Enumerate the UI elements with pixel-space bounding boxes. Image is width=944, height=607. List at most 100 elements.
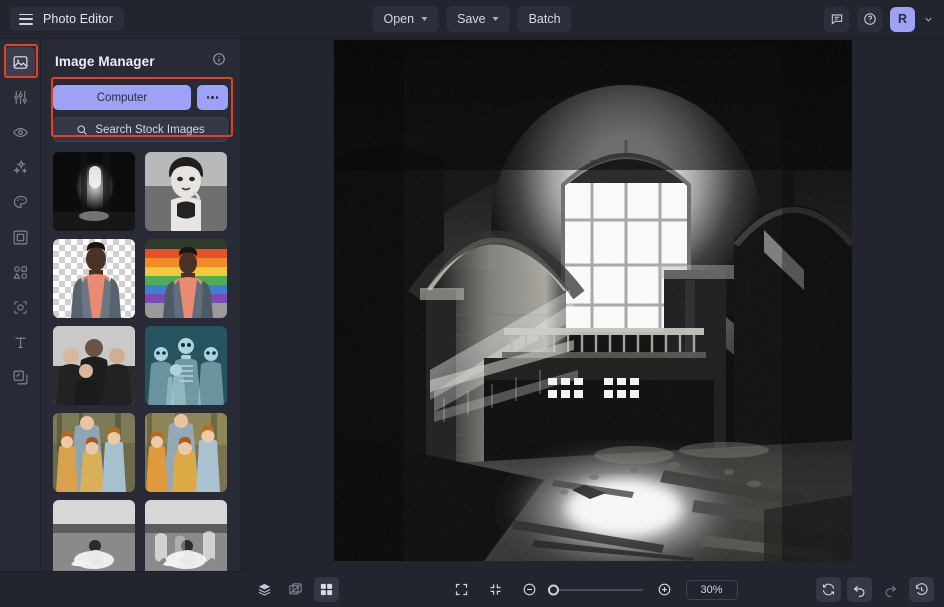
thumb-kids-autumn-alt[interactable] xyxy=(144,413,227,492)
minus-circle-icon xyxy=(523,583,535,596)
rail-item-shapes[interactable] xyxy=(5,257,35,287)
sparkles-icon xyxy=(12,159,27,174)
rail-item-focus[interactable] xyxy=(5,292,35,322)
canvas-stage[interactable] xyxy=(241,39,944,571)
layers-button[interactable] xyxy=(252,577,277,602)
thumb-field-bw[interactable] xyxy=(53,500,135,571)
feedback-button[interactable] xyxy=(824,6,849,32)
grid-view-button[interactable] xyxy=(314,577,339,602)
chevron-down-icon xyxy=(925,17,932,22)
zoom-slider[interactable] xyxy=(547,584,643,595)
batch-button-label: Batch xyxy=(528,12,561,26)
compare-split-icon xyxy=(289,583,302,595)
top-bar: Photo Editor Open Save Batch R xyxy=(0,0,944,39)
text-t-icon xyxy=(15,337,25,348)
layers-copy-icon xyxy=(13,370,27,384)
source-actions: Computer Search Stock Images xyxy=(41,81,240,142)
save-button-label: Save xyxy=(457,12,486,26)
info-circle-icon xyxy=(213,53,225,65)
collapse-corners-icon xyxy=(490,584,500,595)
thumb-kids-autumn[interactable] xyxy=(53,413,135,492)
batch-button[interactable]: Batch xyxy=(517,6,572,32)
account-menu-button[interactable] xyxy=(923,14,934,25)
hamburger-icon xyxy=(19,13,33,25)
top-center-actions: Open Save Batch xyxy=(372,6,572,32)
image-manager-panel: Image Manager Computer Search Stock Imag… xyxy=(41,39,241,571)
more-sources-button[interactable] xyxy=(197,85,228,110)
panel-title: Image Manager xyxy=(55,54,155,69)
rail-item-retouch[interactable] xyxy=(5,152,35,182)
canvas-image[interactable] xyxy=(334,40,852,561)
undo-button[interactable] xyxy=(847,577,872,602)
reset-button[interactable] xyxy=(816,577,841,602)
redo-arrow-icon xyxy=(885,585,897,597)
palette-icon xyxy=(13,195,27,208)
zoom-out-button[interactable] xyxy=(517,577,542,602)
image-icon xyxy=(13,55,27,69)
thumbnail-grid xyxy=(41,142,240,571)
layers-stack-icon xyxy=(258,583,271,596)
ellipsis-icon xyxy=(215,96,219,99)
ellipsis-icon xyxy=(211,96,214,99)
rail-item-paint[interactable] xyxy=(5,187,35,217)
rail-item-layers[interactable] xyxy=(5,362,35,392)
redo-button[interactable] xyxy=(878,577,903,602)
sliders-icon xyxy=(13,90,27,104)
main-body: Image Manager Computer Search Stock Imag… xyxy=(0,39,944,571)
chevron-down-icon xyxy=(421,17,428,21)
expand-corners-icon xyxy=(455,583,467,596)
chat-bubble-icon xyxy=(831,14,842,25)
thumb-gothic-portrait[interactable] xyxy=(144,152,227,231)
thumb-field-ghosts[interactable] xyxy=(144,500,227,571)
panel-info-button[interactable] xyxy=(212,52,226,71)
undo-arrow-icon xyxy=(853,585,865,597)
search-stock-images-label: Search Stock Images xyxy=(95,123,205,136)
thumb-dark-corridor[interactable] xyxy=(53,152,135,231)
open-button-label: Open xyxy=(383,12,415,26)
app-title: Photo Editor xyxy=(43,12,113,26)
source-row: Computer xyxy=(53,85,228,110)
rail-item-adjust[interactable] xyxy=(5,82,35,112)
zoom-controls: 30% xyxy=(449,577,738,602)
zoom-in-button[interactable] xyxy=(652,577,677,602)
history-button[interactable] xyxy=(909,577,934,602)
rail-item-text[interactable] xyxy=(5,327,35,357)
fit-screen-button[interactable] xyxy=(449,577,474,602)
zoom-slider-handle[interactable] xyxy=(547,584,559,595)
actual-size-button[interactable] xyxy=(483,577,508,602)
search-stock-images-button[interactable]: Search Stock Images xyxy=(53,117,228,142)
help-button[interactable] xyxy=(857,6,882,32)
rail-item-frames[interactable] xyxy=(5,222,35,252)
rail-item-effects[interactable] xyxy=(5,117,35,147)
plus-circle-icon xyxy=(658,583,670,596)
panel-header: Image Manager xyxy=(41,39,240,81)
thumb-cutout-man[interactable] xyxy=(53,239,135,318)
computer-button[interactable]: Computer xyxy=(53,85,191,110)
compare-button[interactable] xyxy=(283,577,308,602)
thumb-family-xray[interactable] xyxy=(144,326,227,405)
frame-icon xyxy=(13,230,27,244)
app-menu-button[interactable]: Photo Editor xyxy=(10,7,124,31)
grid-four-icon xyxy=(320,583,333,596)
bottom-right-tools xyxy=(816,577,934,602)
bottom-bar: 30% xyxy=(0,571,944,607)
clock-history-icon xyxy=(915,583,928,595)
thumb-rainbow-wall[interactable] xyxy=(144,239,227,318)
photo-editor-app: Photo Editor Open Save Batch R Image Man… xyxy=(0,0,944,607)
top-right-actions: R xyxy=(824,6,934,32)
save-button[interactable]: Save xyxy=(446,6,510,32)
bottom-left-tools xyxy=(252,577,339,602)
tool-rail xyxy=(0,39,41,571)
open-button[interactable]: Open xyxy=(372,6,439,32)
avatar[interactable]: R xyxy=(890,6,915,32)
ellipsis-icon xyxy=(206,96,210,99)
zoom-value-input[interactable]: 30% xyxy=(685,579,738,600)
chevron-down-icon xyxy=(492,17,499,21)
search-icon xyxy=(77,124,88,135)
eye-icon xyxy=(12,127,28,137)
question-circle-icon xyxy=(863,13,876,25)
thumb-family-bw[interactable] xyxy=(53,326,135,405)
shapes-icon xyxy=(12,265,27,279)
rail-item-image-manager[interactable] xyxy=(5,47,35,77)
focus-icon xyxy=(13,300,27,314)
